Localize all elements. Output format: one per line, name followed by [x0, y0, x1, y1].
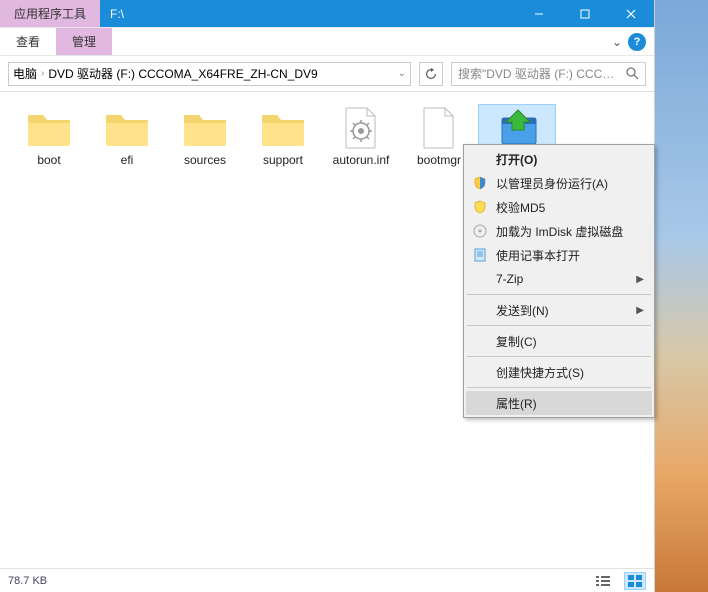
file-label: autorun.inf [333, 153, 390, 167]
submenu-arrow-icon: ▶ [636, 305, 644, 316]
menu-item[interactable]: 校验MD5 [466, 195, 652, 219]
menu-label: 加载为 ImDisk 虚拟磁盘 [496, 223, 623, 240]
file-label: boot [37, 153, 60, 167]
file-icon [415, 107, 463, 149]
tab-manage[interactable]: 管理 [56, 28, 112, 55]
menu-item[interactable]: 发送到(N) ▶ [466, 298, 652, 322]
menu-item[interactable]: 复制(C) [466, 329, 652, 353]
file-label: sources [184, 153, 226, 167]
tab-view[interactable]: 查看 [0, 28, 56, 55]
search-icon [626, 67, 639, 80]
minimize-button[interactable] [516, 0, 562, 27]
menu-item[interactable]: 以管理员身份运行(A) [466, 171, 652, 195]
titlebar: 应用程序工具 F:\ [0, 0, 654, 28]
desktop-background [655, 0, 708, 592]
shield-yellow-icon [472, 199, 488, 215]
file-label: support [263, 153, 303, 167]
chevron-right-icon[interactable]: › [41, 68, 44, 79]
menu-label: 属性(R) [496, 395, 537, 412]
status-size: 78.7 KB [8, 575, 47, 587]
context-menu: 打开(O) 以管理员身份运行(A) 校验MD5 加载为 ImDisk 虚拟磁盘使用记事… [463, 144, 655, 418]
submenu-arrow-icon: ▶ [636, 274, 644, 285]
menu-label: 创建快捷方式(S) [496, 364, 584, 381]
shield-icon [472, 175, 488, 191]
ini-icon [337, 107, 385, 149]
ribbon-tabs: 查看 管理 ⌄ ? [0, 28, 654, 56]
file-item-efi[interactable]: efi [88, 104, 166, 184]
ribbon-expand-icon[interactable]: ⌄ [612, 35, 622, 49]
window-controls [516, 0, 654, 27]
menu-item[interactable]: 打开(O) [466, 147, 652, 171]
view-icons-button[interactable] [624, 572, 646, 590]
contextual-tab-header: 应用程序工具 [0, 0, 100, 27]
disc-icon [472, 223, 488, 239]
file-label: efi [121, 153, 134, 167]
menu-label: 打开(O) [496, 151, 537, 168]
maximize-button[interactable] [562, 0, 608, 27]
help-icon[interactable]: ? [628, 33, 646, 51]
menu-separator [467, 387, 651, 388]
file-item-sources[interactable]: sources [166, 104, 244, 184]
window-title: F:\ [100, 0, 516, 27]
exe-icon [493, 107, 541, 149]
file-label: bootmgr [417, 153, 461, 167]
search-placeholder: 搜索"DVD 驱动器 (F:) CCCO... [458, 65, 620, 82]
menu-separator [467, 325, 651, 326]
address-bar: 电脑 › DVD 驱动器 (F:) CCCOMA_X64FRE_ZH-CN_DV… [0, 56, 654, 92]
menu-label: 发送到(N) [496, 302, 549, 319]
dropdown-chevron-icon[interactable]: ⌄ [398, 68, 406, 79]
menu-label: 校验MD5 [496, 199, 545, 216]
menu-item[interactable]: 7-Zip ▶ [466, 267, 652, 291]
file-item-support[interactable]: support [244, 104, 322, 184]
menu-item[interactable]: 属性(R) [466, 391, 652, 415]
folder-icon [259, 107, 307, 149]
folder-icon [25, 107, 73, 149]
refresh-button[interactable] [419, 62, 443, 86]
folder-icon [181, 107, 229, 149]
close-button[interactable] [608, 0, 654, 27]
view-details-button[interactable] [592, 572, 614, 590]
breadcrumb-root[interactable]: 电脑 [13, 65, 37, 82]
menu-label: 使用记事本打开 [496, 247, 580, 264]
menu-item[interactable]: 使用记事本打开 [466, 243, 652, 267]
notepad-icon [472, 247, 488, 263]
menu-label: 以管理员身份运行(A) [496, 175, 608, 192]
file-item-autorun.inf[interactable]: autorun.inf [322, 104, 400, 184]
menu-item[interactable]: 创建快捷方式(S) [466, 360, 652, 384]
menu-label: 复制(C) [496, 333, 537, 350]
folder-icon [103, 107, 151, 149]
search-input[interactable]: 搜索"DVD 驱动器 (F:) CCCO... [451, 62, 646, 86]
menu-separator [467, 294, 651, 295]
status-bar: 78.7 KB [0, 568, 654, 592]
file-item-boot[interactable]: boot [10, 104, 88, 184]
menu-separator [467, 356, 651, 357]
breadcrumb-drive[interactable]: DVD 驱动器 (F:) CCCOMA_X64FRE_ZH-CN_DV9 [48, 65, 317, 82]
breadcrumb[interactable]: 电脑 › DVD 驱动器 (F:) CCCOMA_X64FRE_ZH-CN_DV… [8, 62, 411, 86]
menu-item[interactable]: 加载为 ImDisk 虚拟磁盘 [466, 219, 652, 243]
menu-label: 7-Zip [496, 272, 523, 286]
